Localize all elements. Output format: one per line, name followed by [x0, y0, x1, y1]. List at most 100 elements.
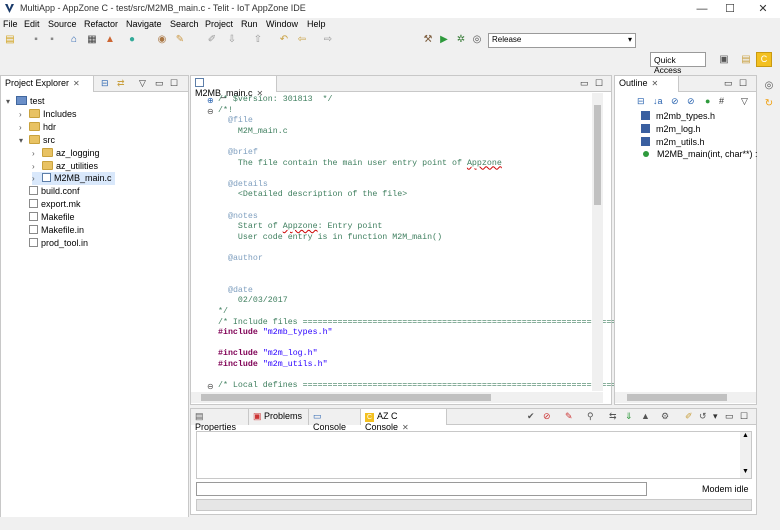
command-input[interactable] — [196, 482, 647, 496]
minimize-icon[interactable]: ▭ — [580, 78, 589, 89]
collapse-all-icon[interactable]: ⊟ — [637, 96, 645, 107]
chevron-right-icon[interactable]: › — [19, 121, 29, 134]
outline-item[interactable]: m2mb_types.h — [641, 110, 715, 123]
search-tool-icon[interactable]: ✎ — [174, 34, 186, 46]
hammer-icon[interactable]: ⚒ — [422, 34, 434, 46]
menu-refactor[interactable]: Refactor — [84, 19, 118, 29]
maximize-icon[interactable]: ☐ — [170, 78, 178, 89]
tab-outline[interactable]: Outline ✕ — [615, 76, 679, 92]
build-config-select[interactable]: Release ▾ — [488, 33, 636, 48]
view-menu-icon[interactable]: ▽ — [139, 78, 146, 89]
restore-icon[interactable]: ◎ — [763, 80, 775, 92]
chevron-right-icon[interactable]: › — [19, 108, 29, 121]
tree-item[interactable]: › Includes — [19, 108, 77, 121]
hide-static-icon[interactable]: ⊘ — [687, 96, 695, 107]
close-icon[interactable]: ✕ — [73, 79, 80, 88]
chevron-down-icon[interactable]: ▾ — [19, 134, 29, 147]
lock-icon[interactable]: ▲ — [641, 411, 650, 421]
scroll-thumb[interactable] — [627, 394, 727, 401]
open-perspective-icon[interactable]: ▣ — [718, 54, 730, 66]
sync-icon[interactable]: ↻ — [763, 98, 775, 110]
perspective-cpp-icon[interactable]: ▤ — [740, 54, 752, 66]
prev-annotation-icon[interactable]: ⇧ — [252, 34, 264, 46]
menu-help[interactable]: Help — [307, 19, 326, 29]
run-config-icon[interactable]: ● — [126, 34, 138, 46]
tree-item[interactable]: export.mk — [19, 198, 81, 211]
tree-item[interactable]: › az_logging — [32, 147, 100, 160]
maximize-icon[interactable]: ☐ — [595, 78, 603, 89]
chevron-right-icon[interactable]: › — [32, 160, 42, 173]
menu-navigate[interactable]: Navigate — [126, 19, 162, 29]
run-icon[interactable]: ▶ — [438, 34, 450, 46]
perspective-appzone-icon[interactable]: C — [756, 52, 772, 67]
tab-problems[interactable]: ▣ Problems — [249, 409, 309, 425]
debug-icon[interactable]: ▲ — [104, 34, 116, 46]
dropdown-icon[interactable]: ▾ — [713, 411, 718, 422]
maximize-button[interactable]: ☐ — [715, 1, 745, 17]
target-icon[interactable]: ◎ — [471, 34, 483, 46]
minimize-icon[interactable]: ▭ — [724, 78, 733, 89]
chevron-right-icon[interactable]: › — [32, 147, 42, 160]
download-icon[interactable]: ⇓ — [625, 411, 633, 422]
check-icon[interactable]: ✔ — [527, 411, 535, 422]
scroll-thumb[interactable] — [594, 105, 601, 205]
tree-item[interactable]: Makefile.in — [19, 224, 84, 237]
scroll-thumb[interactable] — [201, 394, 491, 401]
menu-window[interactable]: Window — [266, 19, 298, 29]
console-vscrollbar[interactable]: ▲ ▼ — [740, 432, 751, 478]
fold-expand-icon[interactable]: ⊕ — [207, 96, 214, 105]
sort-icon[interactable]: ↓a — [653, 96, 663, 106]
quick-access-field[interactable]: Quick Access — [650, 52, 706, 75]
new-icon[interactable]: ▤ — [4, 34, 16, 46]
chevron-up-icon[interactable]: ▲ — [742, 432, 749, 439]
connect-icon[interactable]: ⇆ — [609, 411, 617, 422]
build-icon[interactable]: ▦ — [86, 34, 98, 46]
last-edit-icon[interactable]: ↶ — [278, 34, 290, 46]
minimize-icon[interactable]: ▭ — [155, 78, 164, 89]
outline-item[interactable]: m2m_log.h — [641, 123, 701, 136]
forward-icon[interactable]: ⇨ — [322, 34, 334, 46]
chevron-right-icon[interactable]: › — [32, 172, 42, 185]
view-menu-icon[interactable]: ▽ — [741, 96, 748, 107]
tree-item[interactable]: Makefile — [19, 211, 75, 224]
menu-edit[interactable]: Edit — [24, 19, 40, 29]
save-all-icon[interactable]: ▪ — [46, 34, 58, 46]
maximize-icon[interactable]: ☐ — [739, 78, 747, 89]
tree-item[interactable]: › hdr — [19, 121, 56, 134]
minimize-button[interactable]: — — [687, 1, 717, 17]
fold-collapse-icon[interactable]: ⊖ — [207, 382, 214, 391]
editor-vscrollbar[interactable] — [592, 93, 603, 391]
stop-icon[interactable]: ⊘ — [543, 411, 551, 422]
hide-nonpublic-icon[interactable]: ● — [705, 96, 710, 106]
debug-bug-icon[interactable]: ✲ — [455, 34, 467, 46]
console-output[interactable]: ▲ ▼ — [196, 431, 752, 479]
save-icon[interactable]: ▪ — [30, 34, 42, 46]
tree-item[interactable]: build.conf — [19, 185, 80, 198]
hide-fields-icon[interactable]: ⊘ — [671, 96, 679, 107]
menu-source[interactable]: Source — [48, 19, 77, 29]
back-icon[interactable]: ⇦ — [296, 34, 308, 46]
brush-icon[interactable]: ✐ — [685, 411, 693, 422]
menu-project[interactable]: Project — [205, 19, 233, 29]
close-icon[interactable]: ✕ — [652, 79, 659, 88]
menu-file[interactable]: File — [3, 19, 18, 29]
tab-console[interactable]: ▭ Console — [309, 409, 361, 432]
tab-az-c-console[interactable]: C AZ C Console ✕ — [361, 409, 447, 432]
close-button[interactable]: ✕ — [748, 1, 778, 17]
maximize-icon[interactable]: ☐ — [740, 411, 748, 422]
history-icon[interactable]: ↺ — [699, 411, 707, 422]
tree-item[interactable]: prod_tool.in — [19, 237, 88, 250]
tree-item[interactable]: ▾ test — [6, 95, 45, 108]
fold-collapse-icon[interactable]: ⊖ — [207, 107, 214, 116]
minimize-icon[interactable]: ▭ — [725, 411, 734, 422]
home-icon[interactable]: ⌂ — [68, 34, 80, 46]
next-annotation-icon[interactable]: ⇩ — [226, 34, 238, 46]
annotation-icon[interactable]: ✐ — [206, 34, 218, 46]
collapse-all-icon[interactable]: ⊟ — [101, 78, 109, 89]
find-icon[interactable]: ⚲ — [587, 411, 594, 422]
chevron-down-icon[interactable]: ▾ — [6, 95, 16, 108]
editor-hscrollbar[interactable] — [191, 392, 603, 403]
outline-item[interactable]: m2m_utils.h — [641, 136, 705, 149]
menu-run[interactable]: Run — [241, 19, 258, 29]
tree-item[interactable]: ▾ src — [19, 134, 55, 147]
